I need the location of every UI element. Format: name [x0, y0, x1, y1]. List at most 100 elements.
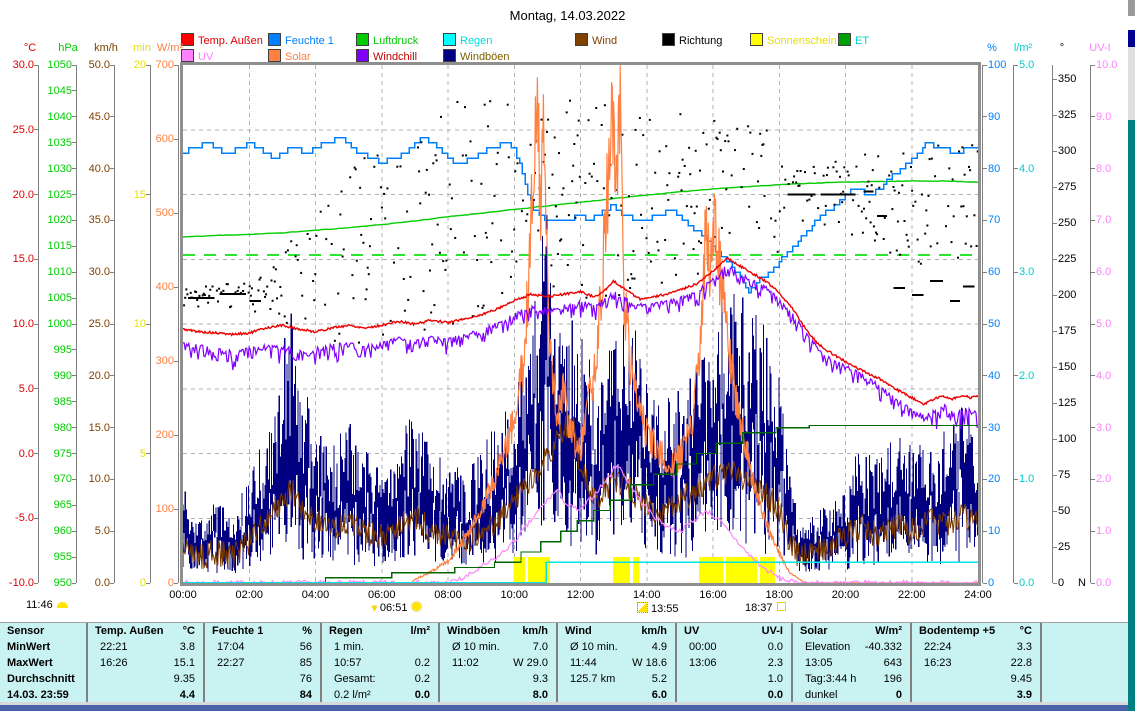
- axis-tick-label: 400: [138, 281, 174, 293]
- cell-value: 0.0: [415, 687, 430, 703]
- axis-tick: [110, 168, 114, 169]
- axis-tick: [174, 139, 178, 140]
- table-row-label: Durchschnitt: [0, 671, 86, 687]
- sunset-icon: [777, 602, 786, 611]
- cell-time: Ø 10 min.: [452, 639, 500, 655]
- x-tick-label: 10:00: [494, 589, 534, 601]
- axis-tick-label: 5.0: [0, 383, 34, 395]
- axis-tick-label: 1.0: [1096, 525, 1111, 537]
- axis-line-W/m²: [178, 65, 179, 583]
- table-row: 8.0: [440, 687, 556, 703]
- axis-tick-label: 1010: [36, 266, 72, 278]
- table-row: 22:213.8: [88, 639, 203, 655]
- axis-tick: [1091, 531, 1095, 532]
- axis-tick-label: 5: [110, 448, 146, 460]
- axis-tick: [1091, 272, 1095, 273]
- cell-time: 10:57: [334, 655, 362, 671]
- axis-tick: [174, 287, 178, 288]
- table-row: 9.3: [440, 671, 556, 687]
- axis-tick-label: 3.0: [1019, 266, 1034, 278]
- axis-tick: [1053, 331, 1057, 332]
- cell-value: 0.0: [768, 687, 783, 703]
- axis-tick-label: 995: [36, 344, 72, 356]
- legend-item-temp-au-en: Temp. Außen: [181, 33, 263, 46]
- axis-tick: [110, 220, 114, 221]
- legend-swatch-icon: [268, 49, 281, 62]
- axis-tick: [174, 361, 178, 362]
- axis-tick: [1091, 220, 1095, 221]
- axis-tick-label: 700: [138, 59, 174, 71]
- table-row: 84: [205, 687, 320, 703]
- column-name: Wind: [565, 623, 592, 639]
- axis-tick-label: 30: [988, 422, 1000, 434]
- x-tick-label: 24:00: [958, 589, 998, 601]
- legend-swatch-icon: [662, 33, 675, 46]
- axis-tick-label: 600: [138, 133, 174, 145]
- cell-value: 0.2: [415, 671, 430, 687]
- cell-value: 0.2: [415, 655, 430, 671]
- axis-tick: [1091, 324, 1095, 325]
- x-tick-label: 20:00: [826, 589, 866, 601]
- window-right-edge: [1128, 0, 1135, 16]
- cell-value: -40.332: [865, 639, 902, 655]
- cell-value: 8.0: [533, 687, 548, 703]
- axis-tick: [1091, 375, 1095, 376]
- axis-line-l/m²: [1013, 65, 1014, 583]
- axis-tick-label: 5.0: [1096, 318, 1111, 330]
- axis-tick-label: 10.0: [0, 318, 34, 330]
- column-unit: °C: [183, 623, 195, 639]
- table-row-label: MinWert: [0, 639, 86, 655]
- cell-time: Gesamt:: [334, 671, 376, 687]
- chart-canvas: [183, 65, 978, 583]
- table-column-header: SolarW/m²: [793, 623, 910, 639]
- table-column-uv: UVUV-I00:000.013:062.31.00.0: [677, 623, 793, 704]
- axis-tick-label: 25.0: [0, 124, 34, 136]
- axis-tick: [1053, 583, 1057, 584]
- x-tick-label: 12:00: [561, 589, 601, 601]
- cell-time: 00:00: [689, 639, 717, 655]
- table-row: 11:02W 29.0: [440, 655, 556, 671]
- column-unit: °C: [1020, 623, 1032, 639]
- table-row: 17:0456: [205, 639, 320, 655]
- axis-tick-label: 5.0: [74, 525, 110, 537]
- axis-tick-label: 965: [36, 499, 72, 511]
- x-tick-label: 14:00: [627, 589, 667, 601]
- axis-tick-label: 0.0: [74, 577, 110, 589]
- table-row: 00:000.0: [677, 639, 791, 655]
- summary-table: SensorMinWertMaxWertDurchschnitt14.03. 2…: [0, 622, 1128, 704]
- axis-tick: [72, 298, 76, 299]
- axis-tick-label: 100: [138, 503, 174, 515]
- axis-tick-label: 75: [1058, 469, 1070, 481]
- x-tick-label: 04:00: [296, 589, 336, 601]
- cell-time: 17:04: [217, 639, 245, 655]
- cell-time: Ø 10 min.: [570, 639, 618, 655]
- axis-tick-label: 955: [36, 551, 72, 563]
- table-column-feuchte-1: Feuchte 1%17:045622:27857684: [205, 623, 322, 704]
- axis-tick: [1053, 295, 1057, 296]
- axis-tick-label: 1030: [36, 163, 72, 175]
- column-unit: UV-I: [762, 623, 783, 639]
- axis-tick: [110, 427, 114, 428]
- axis-tick-label: 975: [36, 448, 72, 460]
- x-tick-label: 06:00: [362, 589, 402, 601]
- legend-item-wind: Wind: [575, 33, 617, 46]
- legend-swatch-icon: [443, 33, 456, 46]
- axis-tick-label: 100: [1058, 433, 1076, 445]
- moon-icon: [637, 602, 648, 613]
- table-row: Ø 10 min.7.0: [440, 639, 556, 655]
- legend-swatch-icon: [268, 33, 281, 46]
- legend-swatch-icon: [356, 33, 369, 46]
- legend-swatch-icon: [750, 33, 763, 46]
- axis-tick: [1053, 259, 1057, 260]
- table-row: 3.9: [912, 687, 1040, 703]
- table-row: 13:05643: [793, 655, 910, 671]
- axis-tick-label: 2.0: [1096, 473, 1111, 485]
- table-column-wind: Windkm/hØ 10 min.4.911:44W 18.6125.7 km5…: [558, 623, 677, 704]
- axis-tick-label: 1035: [36, 137, 72, 149]
- table-column-header: Regenl/m²: [322, 623, 438, 639]
- table-row: 22:243.3: [912, 639, 1040, 655]
- column-name: Bodentemp +5: [919, 623, 995, 639]
- column-name: Regen: [329, 623, 363, 639]
- axis-tick-label: 985: [36, 396, 72, 408]
- axis-tick-label: 1040: [36, 111, 72, 123]
